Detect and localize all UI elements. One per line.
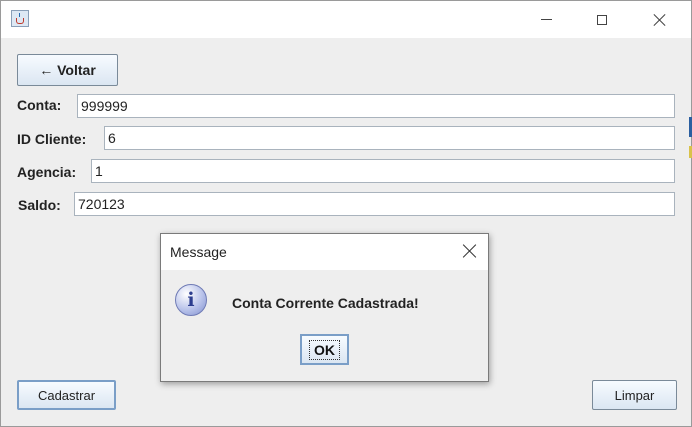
minimize-icon [540,19,552,20]
minimize-button[interactable] [523,1,569,38]
java-app-icon [11,10,29,27]
conta-input[interactable] [77,94,675,118]
saldo-input[interactable] [74,192,675,216]
message-dialog: Message i Conta Corrente Cadastrada! OK [160,233,489,382]
back-button[interactable]: ← Voltar [17,54,118,86]
conta-label: Conta: [17,97,62,113]
dialog-close-icon[interactable] [462,243,478,259]
steam-icon-part [19,13,23,17]
saldo-label: Saldo: [18,197,61,213]
maximize-icon [597,14,607,25]
id-cliente-input[interactable] [104,126,675,150]
limpar-button[interactable]: Limpar [592,380,677,410]
maximize-button[interactable] [579,1,625,38]
window-titlebar[interactable] [1,1,691,38]
close-icon [653,13,667,27]
cadastrar-button[interactable]: Cadastrar [17,380,116,410]
main-window: ← Voltar Conta: ID Cliente: Agencia: Sal… [0,0,692,427]
close-button[interactable] [637,1,683,38]
ok-button[interactable]: OK [300,334,349,365]
ok-button-label: OK [309,339,340,360]
id-cliente-label: ID Cliente: [17,131,87,147]
agencia-label: Agencia: [17,164,77,180]
agencia-input[interactable] [91,159,675,183]
dialog-titlebar[interactable]: Message [161,234,488,270]
cup-icon-part [16,18,24,24]
dialog-title: Message [170,244,227,260]
dialog-message: Conta Corrente Cadastrada! [232,295,419,311]
info-icon: i [175,284,207,316]
